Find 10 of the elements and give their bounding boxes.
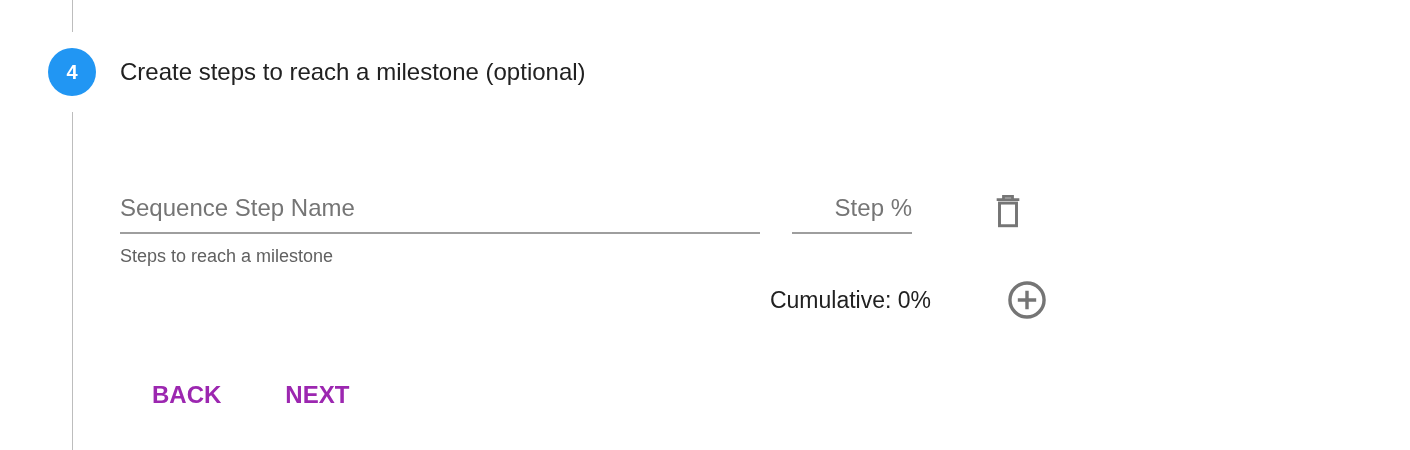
nav-button[interactable]: BACK — [120, 373, 254, 417]
step-name-field[interactable]: Sequence Step Name — [120, 188, 760, 234]
step-title: Create steps to reach a milestone (optional) — [120, 57, 587, 87]
nav-button[interactable]: NEXT — [253, 373, 382, 417]
helper-text: Steps to reach a milestone — [120, 246, 335, 267]
cumulative-total: Cumulative: 0% — [768, 286, 931, 314]
step-number-badge: 4 — [48, 48, 96, 96]
add-icon[interactable] — [1006, 279, 1048, 321]
step-percent-field[interactable]: Step % — [792, 188, 912, 234]
delete-icon[interactable] — [994, 194, 1022, 228]
